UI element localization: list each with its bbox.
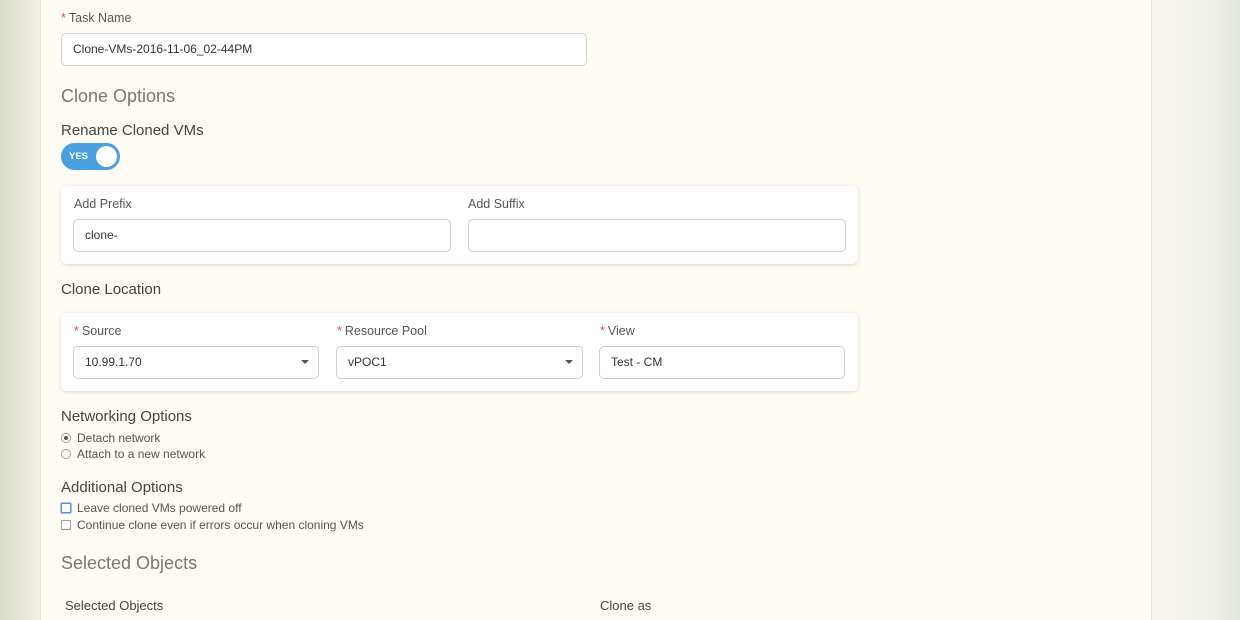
task-name-input[interactable]: Clone-VMs-2016-11-06_02-44PM [61, 33, 587, 66]
attach-network-radio[interactable] [61, 449, 71, 459]
task-name-label: * Task Name [61, 11, 132, 25]
clone-location-title: Clone Location [61, 281, 162, 298]
column-header-clone-as: Clone as [600, 598, 652, 613]
clone-options-title: Clone Options [61, 86, 176, 106]
background-right [1150, 0, 1240, 620]
rename-toggle[interactable]: YES [61, 143, 120, 170]
detach-network-radio[interactable] [61, 433, 71, 443]
source-select[interactable]: 10.99.1.70 [73, 346, 319, 379]
view-input[interactable]: Test - CM [599, 346, 845, 379]
additional-options-title: Additional Options [61, 479, 183, 496]
resource-pool-select[interactable]: vPOC1 [336, 346, 583, 379]
attach-network-label: Attach to a new network [77, 447, 206, 461]
resource-pool-label: * Resource Pool [337, 324, 427, 338]
networking-options-title: Networking Options [61, 408, 192, 425]
leave-powered-off-label: Leave cloned VMs powered off [77, 501, 242, 515]
continue-on-errors-label: Continue clone even if errors occur when… [77, 518, 364, 532]
rename-cloned-vms-title: Rename Cloned VMs [61, 122, 204, 139]
resource-pool-value: vPOC1 [348, 355, 387, 369]
continue-on-errors-checkbox[interactable] [61, 520, 71, 530]
source-value: 10.99.1.70 [85, 355, 142, 369]
source-label: * Source [74, 324, 122, 338]
add-prefix-label: Add Prefix [74, 197, 132, 211]
chevron-down-icon [301, 360, 309, 364]
detach-network-label: Detach network [77, 431, 161, 445]
toggle-label: YES [69, 151, 89, 162]
selected-objects-title: Selected Objects [61, 553, 198, 573]
background-left [0, 0, 40, 620]
leave-powered-off-checkbox[interactable] [61, 503, 71, 513]
add-suffix-label: Add Suffix [468, 197, 525, 211]
column-header-selected-objects: Selected Objects [65, 598, 164, 613]
view-label: * View [600, 324, 635, 338]
add-suffix-input[interactable] [468, 219, 846, 252]
toggle-knob [96, 146, 117, 167]
add-prefix-input[interactable]: clone- [73, 219, 451, 252]
chevron-down-icon [565, 360, 573, 364]
